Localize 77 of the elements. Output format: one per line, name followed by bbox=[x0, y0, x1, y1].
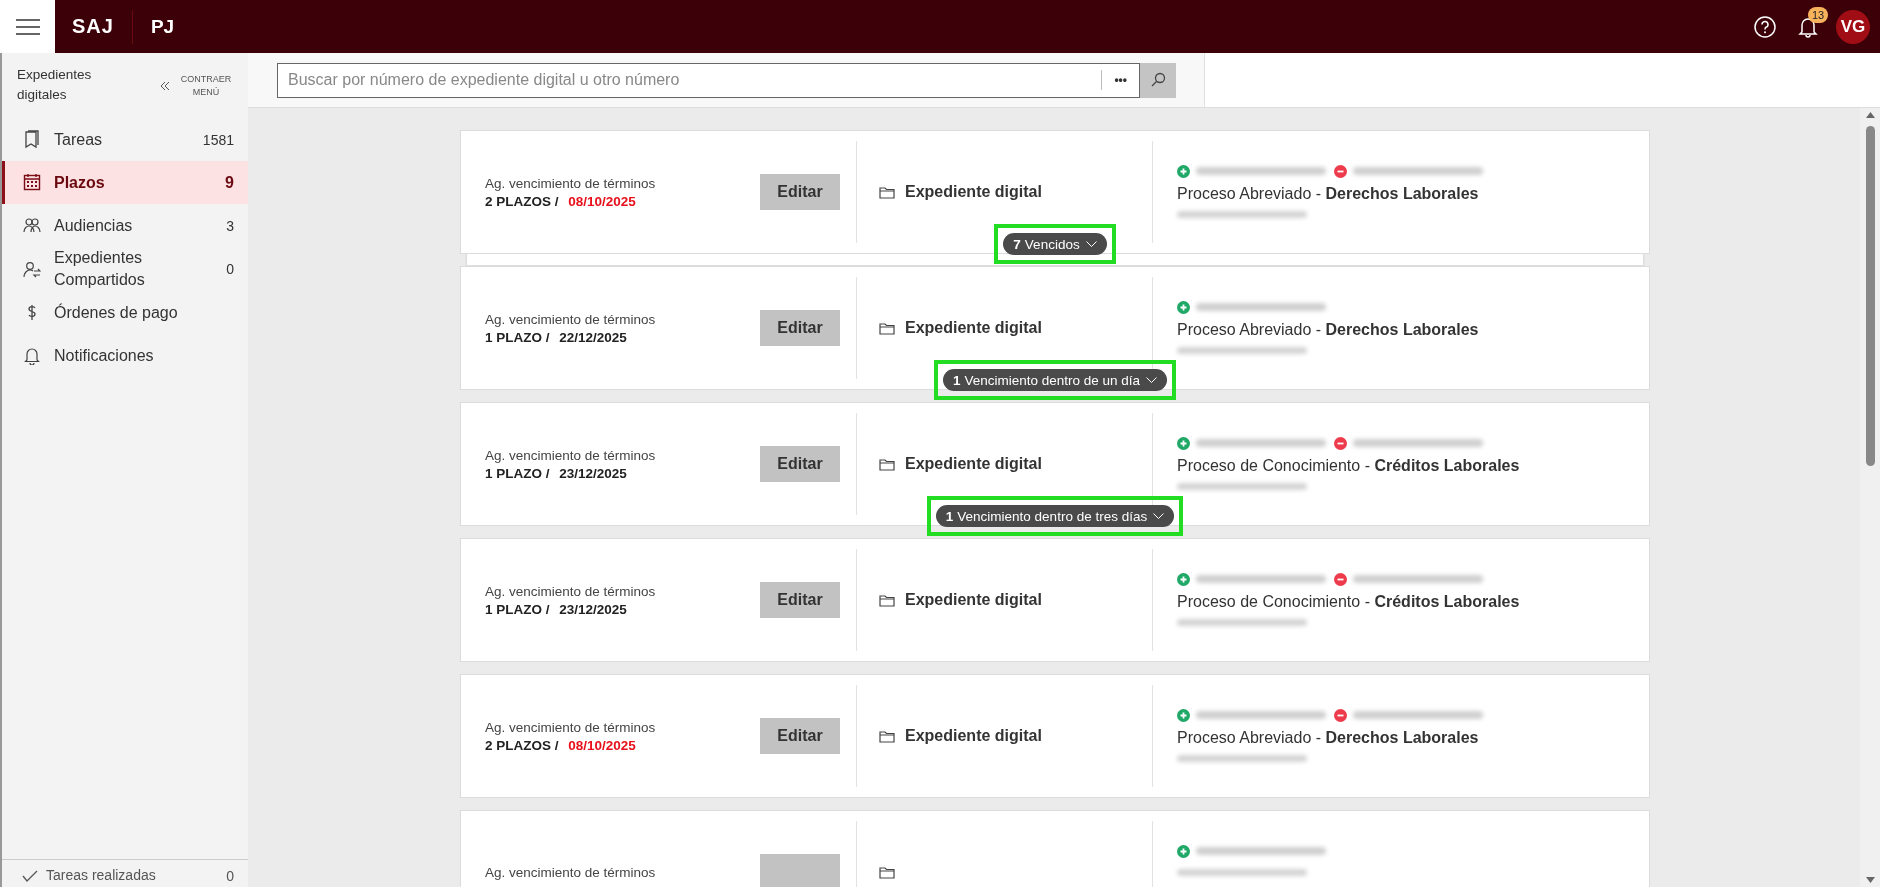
check-icon bbox=[22, 869, 38, 882]
scroll-down-icon[interactable] bbox=[1865, 877, 1875, 883]
folder-icon bbox=[879, 729, 895, 743]
deadline-summary: 2 PLAZOS / 08/10/2025 bbox=[485, 737, 637, 753]
deadline-summary: 1 PLAZO / 23/12/2025 bbox=[485, 465, 628, 481]
minus-circle-icon bbox=[1334, 572, 1347, 586]
process-type: Proceso Abreviado - Derechos Laborales bbox=[1177, 729, 1480, 747]
app-logo[interactable]: SAJ bbox=[72, 15, 114, 38]
user-share-icon bbox=[23, 259, 41, 279]
scroll-up-icon[interactable] bbox=[1865, 112, 1875, 118]
search-button[interactable] bbox=[1140, 62, 1176, 98]
bell-icon bbox=[23, 346, 41, 365]
plus-circle-icon bbox=[1177, 164, 1190, 178]
calendar-icon bbox=[23, 173, 41, 192]
scrollbar[interactable] bbox=[1860, 108, 1880, 887]
scrollbar-thumb[interactable] bbox=[1865, 126, 1875, 466]
edit-button[interactable]: Editar bbox=[760, 582, 840, 618]
completed-tasks-item[interactable]: Tareas realizadas 0 bbox=[2, 859, 248, 887]
menu-icon[interactable] bbox=[15, 18, 40, 35]
minus-circle-icon bbox=[1334, 436, 1347, 450]
digital-file-link[interactable]: Expediente digital bbox=[905, 183, 1042, 201]
process-type: Proceso de Conocimiento - Créditos Laborales bbox=[1177, 593, 1521, 611]
collapse-menu-button[interactable]: CONTRAER MENÚ bbox=[160, 73, 232, 99]
bookmark-icon bbox=[23, 130, 41, 149]
plus-circle-icon bbox=[1177, 300, 1190, 314]
people-icon bbox=[23, 216, 41, 235]
search-field[interactable]: Buscar por número de expediente digital u otro número ••• bbox=[277, 62, 1140, 98]
chevron-down-icon bbox=[1146, 377, 1158, 383]
plus-circle-icon bbox=[1177, 844, 1190, 858]
folder-icon bbox=[879, 865, 895, 879]
organization-logo: PJ bbox=[150, 15, 175, 38]
minus-circle-icon bbox=[1334, 164, 1347, 178]
folder-icon bbox=[879, 457, 895, 471]
chevron-down-icon bbox=[1153, 513, 1165, 519]
deadline-summary: 1 PLAZO / 22/12/2025 bbox=[485, 329, 628, 345]
deadline-summary: 2 PLAZOS / 08/10/2025 bbox=[485, 193, 637, 209]
deadline-type: Ag. vencimiento de términos bbox=[485, 719, 657, 735]
edit-button[interactable]: Editar bbox=[760, 446, 840, 482]
edit-button[interactable]: Editar bbox=[760, 174, 840, 210]
deadline-summary: 1 PLAZO / 23/12/2025 bbox=[485, 601, 628, 617]
edit-button[interactable]: Editar bbox=[760, 310, 840, 346]
sidebar-item[interactable]: Notificaciones bbox=[2, 334, 248, 377]
sidebar-item[interactable]: Audiencias 3 bbox=[2, 204, 248, 247]
deadline-type: Ag. vencimiento de términos bbox=[485, 447, 657, 463]
process-type: Proceso Abreviado - Derechos Laborales bbox=[1177, 185, 1480, 203]
digital-file-link[interactable]: Expediente digital bbox=[905, 319, 1042, 337]
user-avatar[interactable]: VG bbox=[1836, 9, 1870, 44]
folder-icon bbox=[879, 321, 895, 335]
digital-file-link[interactable]: Expediente digital bbox=[905, 727, 1042, 745]
deadline-type: Ag. vencimiento de términos bbox=[485, 864, 657, 880]
digital-file-link[interactable]: Expediente digital bbox=[905, 591, 1042, 609]
sidebar-item[interactable]: Plazos 9 bbox=[2, 161, 248, 204]
process-type: Proceso de Conocimiento - Créditos Laborales bbox=[1177, 457, 1521, 475]
chevron-down-icon bbox=[1085, 241, 1097, 247]
plus-circle-icon bbox=[1177, 572, 1190, 586]
deadline-type: Ag. vencimiento de términos bbox=[485, 583, 657, 599]
folder-icon bbox=[879, 593, 895, 607]
deadline-type: Ag. vencimiento de términos bbox=[485, 175, 657, 191]
sidebar-title: Expedientes digitales bbox=[17, 66, 93, 104]
notification-count: 13 bbox=[1808, 6, 1829, 23]
sidebar-item[interactable]: Expedientes Compartidos 0 bbox=[2, 247, 248, 291]
digital-file-link[interactable]: Expediente digital bbox=[905, 455, 1042, 473]
sidebar-item[interactable]: Órdenes de pago bbox=[2, 291, 248, 334]
minus-circle-icon bbox=[1334, 708, 1347, 722]
double-chevron-icon bbox=[160, 81, 170, 91]
due-count-badge[interactable]: 1 Vencimiento dentro de un día bbox=[942, 369, 1168, 391]
edit-button[interactable]: Editar bbox=[760, 718, 840, 754]
plus-circle-icon bbox=[1177, 436, 1190, 450]
search-icon bbox=[1150, 72, 1166, 88]
due-count-badge[interactable]: 7 Vencidos bbox=[1003, 233, 1107, 255]
sidebar-item[interactable]: Tareas 1581 bbox=[2, 118, 248, 161]
plus-circle-icon bbox=[1177, 708, 1190, 722]
deadline-type: Ag. vencimiento de términos bbox=[485, 311, 657, 327]
due-count-badge[interactable]: 1 Vencimiento dentro de tres días bbox=[935, 505, 1175, 527]
help-icon[interactable] bbox=[1754, 15, 1776, 38]
process-type: Proceso Abreviado - Derechos Laborales bbox=[1177, 321, 1480, 339]
folder-icon bbox=[879, 185, 895, 199]
